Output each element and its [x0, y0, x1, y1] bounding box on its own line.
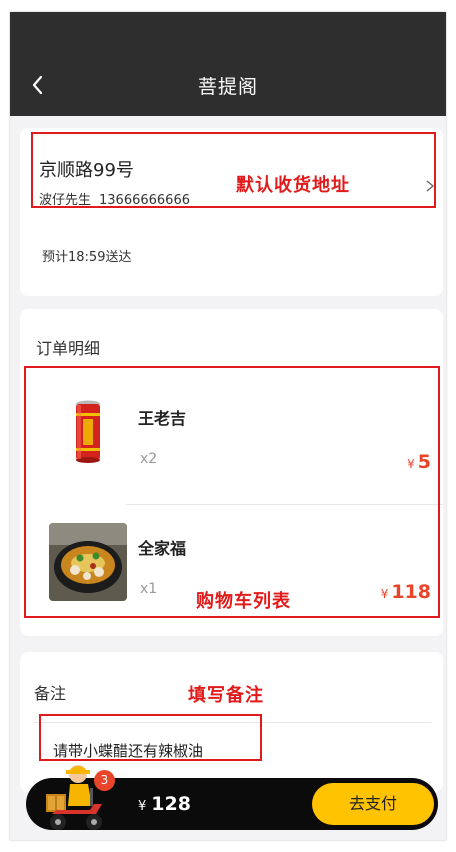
item-quantity: x1	[140, 581, 158, 597]
cart-total-value: 128	[151, 793, 191, 815]
cart-count-badge: 3	[94, 770, 115, 791]
address-card: 京顺路99号 波仔先生 13666666666 预计18:59送达	[20, 128, 443, 296]
item-name: 全家福	[138, 539, 187, 558]
currency-symbol: ¥	[407, 457, 415, 471]
remark-divider	[34, 722, 431, 723]
quanjiafu-dish-image	[49, 523, 127, 601]
currency-symbol: ¥	[380, 587, 389, 601]
page-title: 菩提阁	[197, 76, 258, 98]
order-detail-title: 订单明细	[36, 339, 101, 358]
nav-header: 菩提阁	[10, 12, 446, 116]
chevron-right-icon[interactable]	[424, 178, 436, 194]
currency-symbol: ¥	[138, 799, 147, 814]
phone-screen: 菩提阁 京顺路99号 波仔先生 13666666666 预计18:59送达 订单明…	[10, 12, 446, 840]
address-annotation-label: 默认收货地址	[236, 175, 350, 196]
item-price-value: 118	[391, 581, 431, 603]
contact-name: 波仔先生	[39, 193, 92, 208]
contact-phone: 13666666666	[99, 193, 190, 208]
item-price-value: 5	[417, 451, 431, 473]
pay-button[interactable]: 去支付	[312, 783, 434, 825]
item-price: ¥5	[407, 451, 431, 473]
address-street: 京顺路99号	[39, 160, 134, 181]
wanglaoji-can-image	[49, 393, 127, 471]
remark-title: 备注	[34, 684, 67, 703]
cart-item-row[interactable]: 王老吉 x2 ¥5	[20, 375, 443, 501]
item-quantity: x2	[140, 451, 158, 467]
cart-total: ¥128	[138, 793, 191, 815]
item-name: 王老吉	[138, 409, 187, 428]
remark-annotation-label: 填写备注	[188, 685, 264, 706]
cart-list-annotation-label: 购物车列表	[196, 591, 291, 612]
item-price: ¥118	[381, 581, 431, 603]
delivery-eta: 预计18:59送达	[42, 250, 132, 265]
address-contact: 波仔先生 13666666666	[39, 189, 190, 208]
